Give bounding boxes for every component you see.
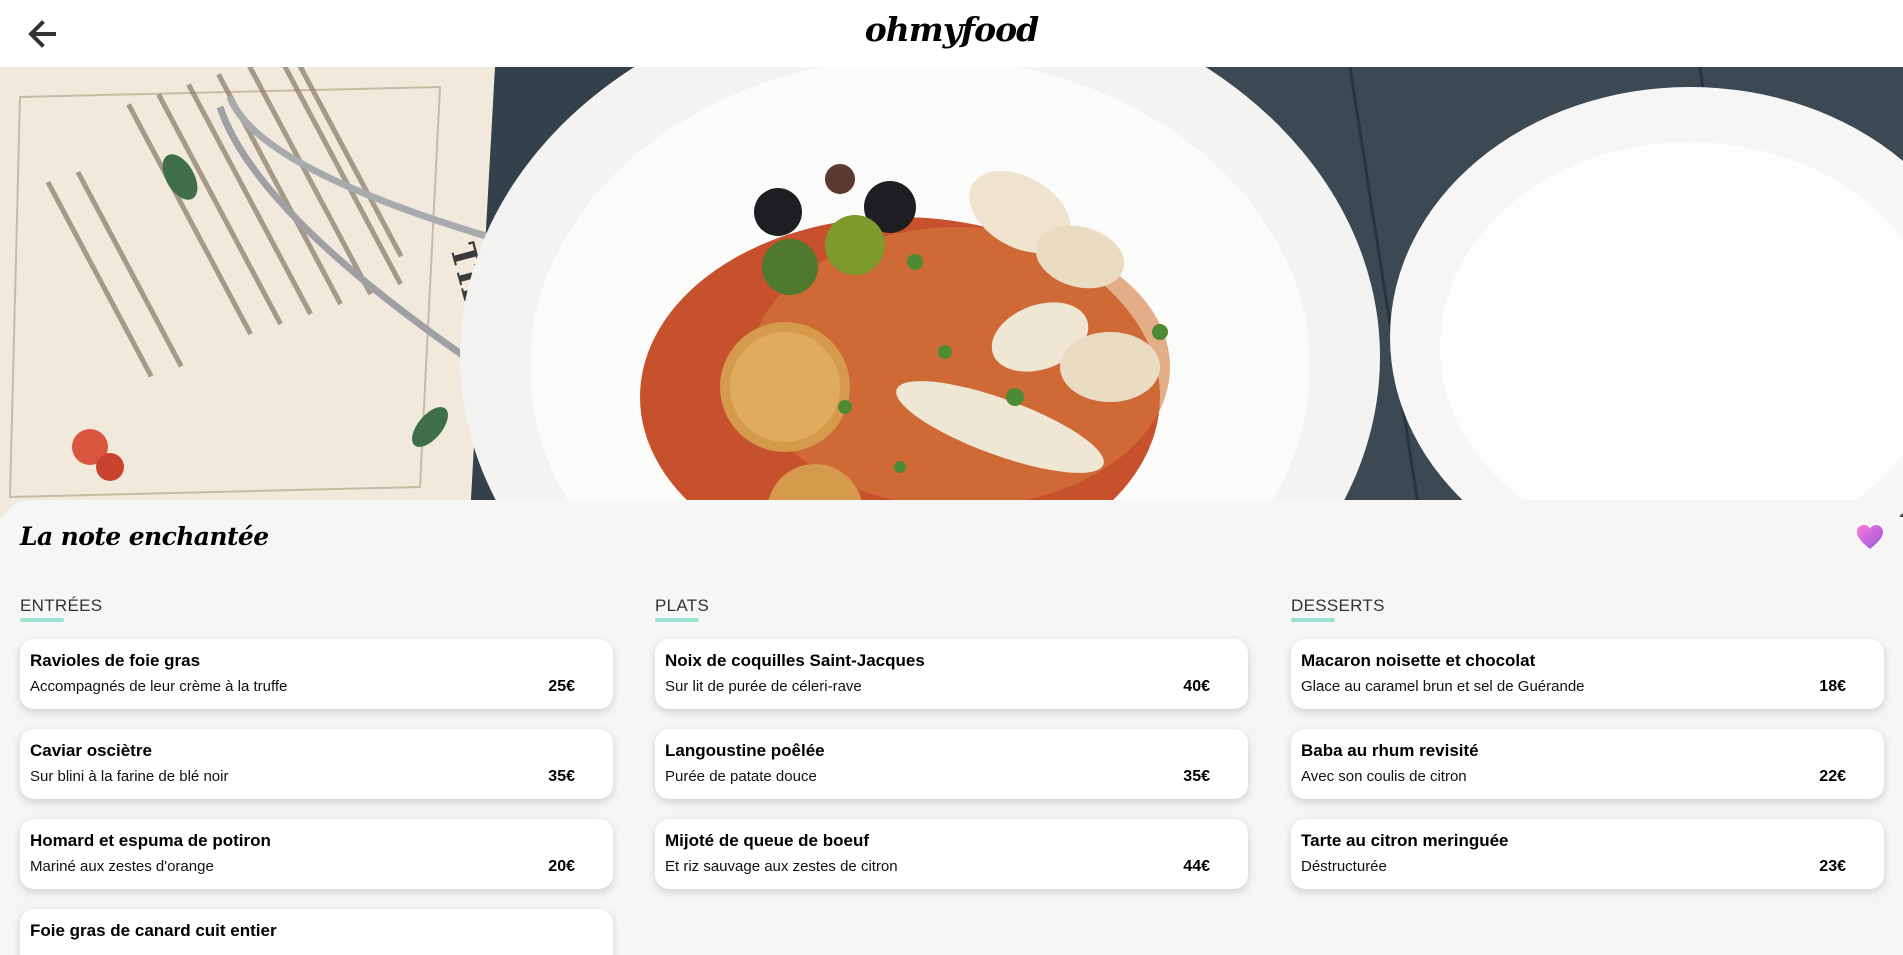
menu-item-price: 18€ <box>1819 678 1846 695</box>
menu-item-price: 35€ <box>548 768 575 785</box>
restaurant-panel: La note enchantée ENTRÉES Ravioles de fo… <box>0 500 1903 955</box>
menu-item-description: Déstructurée <box>1301 858 1387 875</box>
menu-item-price: 22€ <box>1819 768 1846 785</box>
menu-item[interactable]: Langoustine poêlée Purée de patate douce… <box>655 729 1248 799</box>
menu-item-price: 23€ <box>1819 858 1846 875</box>
menu-item-name: Homard et espuma de potiron <box>30 831 271 850</box>
menu-item-name: Caviar osciètre <box>30 741 152 760</box>
menu-item[interactable]: Noix de coquilles Saint-Jacques Sur lit … <box>655 639 1248 709</box>
menu-item-description: Sur blini à la farine de blé noir <box>30 768 229 785</box>
menu-item[interactable]: Caviar osciètre Sur blini à la farine de… <box>20 729 613 799</box>
menu-item-name: Foie gras de canard cuit entier <box>30 921 277 940</box>
menu-item-description: Accompagnés de leur crème à la truffe <box>30 678 288 695</box>
menu-item-name: Tarte au citron meringuée <box>1301 831 1509 850</box>
restaurant-hero-image: THE BITES <box>0 67 1903 517</box>
menu-item[interactable]: Baba au rhum revisité Avec son coulis de… <box>1291 729 1884 799</box>
section-desserts: DESSERTS Macaron noisette et chocolat Gl… <box>1291 596 1884 889</box>
menu-item-description: Glace au caramel brun et sel de Guérande <box>1301 678 1585 695</box>
section-title: ENTRÉES <box>20 596 613 622</box>
menu-item[interactable]: Homard et espuma de potiron Mariné aux z… <box>20 819 613 889</box>
menu-item-description: Purée de patate douce <box>665 768 817 785</box>
section-entrees: ENTRÉES Ravioles de foie gras Accompagné… <box>20 596 613 955</box>
menu-item-description: Sur lit de purée de céleri-rave <box>665 678 862 695</box>
menu-item-name: Macaron noisette et chocolat <box>1301 651 1536 670</box>
heart-icon <box>1857 525 1883 549</box>
menu-item-name: Baba au rhum revisité <box>1301 741 1479 760</box>
menu-item-description: Avec son coulis de citron <box>1301 768 1467 785</box>
section-plats: PLATS Noix de coquilles Saint-Jacques Su… <box>655 596 1248 889</box>
menu-item[interactable]: Mijoté de queue de boeuf Et riz sauvage … <box>655 819 1248 889</box>
menu-item[interactable]: Foie gras de canard cuit entier <box>20 909 613 955</box>
menu-item-price: 35€ <box>1183 768 1210 785</box>
menu-item-description: Et riz sauvage aux zestes de citron <box>665 858 898 875</box>
menu-item-price: 25€ <box>548 678 575 695</box>
restaurant-title: La note enchantée <box>20 522 269 551</box>
favorite-button[interactable] <box>1856 524 1884 550</box>
menu-item-price: 44€ <box>1183 858 1210 875</box>
menu-item-name: Mijoté de queue de boeuf <box>665 831 870 850</box>
top-header: ohmyfood <box>0 0 1903 67</box>
section-title: PLATS <box>655 596 1248 622</box>
menu-item-description: Mariné aux zestes d'orange <box>30 858 214 875</box>
menu-item[interactable]: Tarte au citron meringuée Déstructurée 2… <box>1291 819 1884 889</box>
section-title: DESSERTS <box>1291 596 1884 622</box>
menu-item[interactable]: Macaron noisette et chocolat Glace au ca… <box>1291 639 1884 709</box>
app-logo[interactable]: ohmyfood <box>0 10 1903 49</box>
menu-item-name: Langoustine poêlée <box>665 741 825 760</box>
menu-item-price: 20€ <box>548 858 575 875</box>
menu-item-price: 40€ <box>1183 678 1210 695</box>
menu-item[interactable]: Ravioles de foie gras Accompagnés de leu… <box>20 639 613 709</box>
menu-item-name: Ravioles de foie gras <box>30 651 201 670</box>
menu-item-name: Noix de coquilles Saint-Jacques <box>665 651 925 670</box>
